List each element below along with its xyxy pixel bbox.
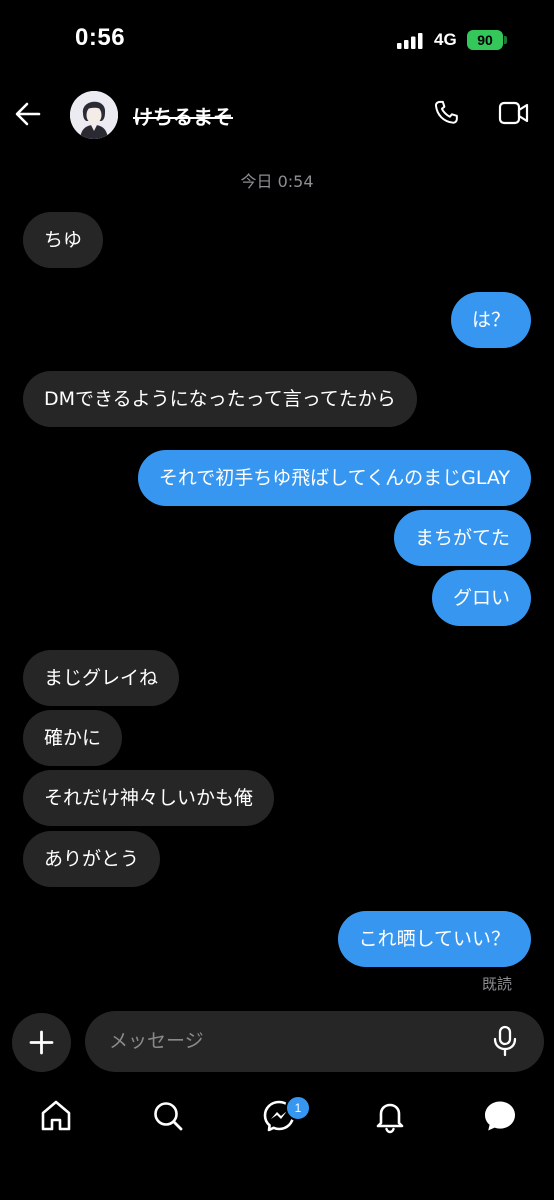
chat-bubble-icon[interactable]: [482, 1098, 518, 1134]
status-time: 0:56: [75, 24, 126, 51]
message-bubble-outgoing[interactable]: これ晒していい？: [337, 911, 531, 967]
avatar[interactable]: [70, 91, 118, 139]
add-attachment-button[interactable]: [12, 1013, 71, 1072]
message-bubble-incoming[interactable]: それだけ神々しいかも俺: [23, 770, 275, 826]
read-receipt: 既読: [481, 975, 512, 993]
microphone-icon[interactable]: [492, 1025, 518, 1057]
cellular-signal-icon: [397, 33, 423, 49]
back-arrow-icon[interactable]: [14, 100, 42, 128]
message-bubble-incoming[interactable]: 確かに: [23, 710, 123, 766]
message-bubble-incoming[interactable]: まじグレイね: [23, 650, 180, 706]
home-icon[interactable]: [38, 1098, 74, 1134]
conversation-timestamp: 今日 0:54: [240, 172, 314, 191]
message-bubble-outgoing[interactable]: それで初手ちゆ飛ばしてくんのまじGLAY: [137, 450, 531, 506]
video-call-icon[interactable]: [498, 99, 530, 127]
message-input[interactable]: [85, 1011, 544, 1072]
notifications-bell-icon[interactable]: [372, 1098, 408, 1134]
message-bubble-outgoing[interactable]: グロい: [431, 570, 531, 626]
battery-tip: [504, 36, 507, 44]
contact-name[interactable]: けちるまそ: [133, 101, 233, 130]
phone-icon[interactable]: [432, 99, 460, 127]
message-bubble-outgoing[interactable]: まちがてた: [393, 510, 531, 566]
battery-indicator: 90: [467, 30, 503, 50]
message-bubble-incoming[interactable]: ありがとう: [23, 831, 161, 887]
message-bubble-incoming[interactable]: ちゆ: [23, 212, 104, 268]
message-bubble-incoming[interactable]: DMできるようになったって言ってたから: [23, 371, 417, 427]
avatar-image: [70, 91, 118, 139]
plus-icon: [29, 1030, 54, 1055]
messages-badge: 1: [285, 1095, 311, 1121]
network-type: 4G: [434, 30, 457, 49]
search-icon[interactable]: [150, 1098, 186, 1134]
message-bubble-outgoing[interactable]: は？: [450, 292, 531, 348]
